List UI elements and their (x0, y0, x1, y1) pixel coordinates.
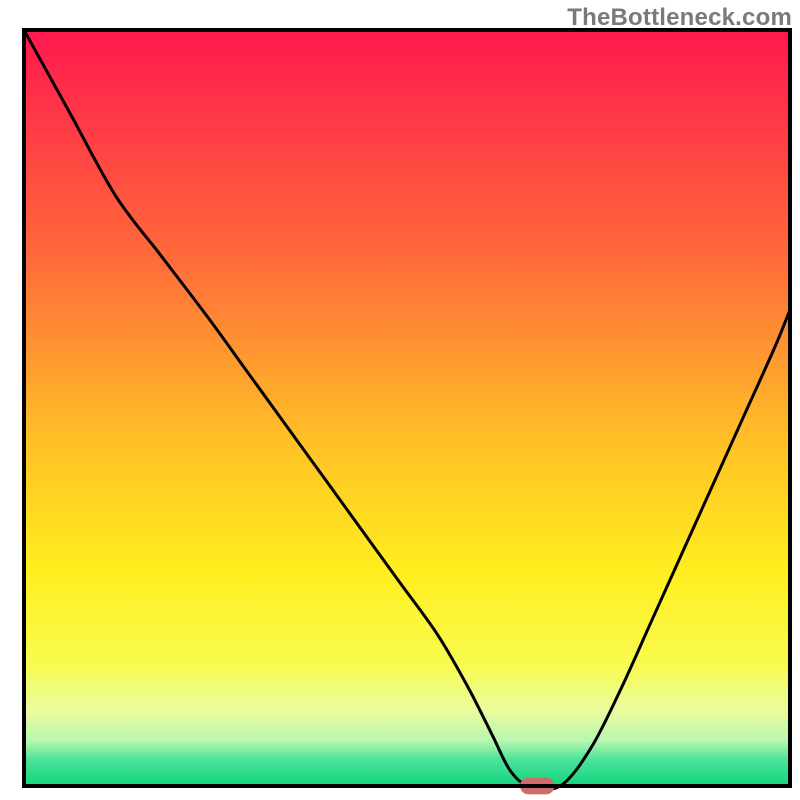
watermark-text: TheBottleneck.com (567, 4, 792, 32)
chart-container: TheBottleneck.com (0, 0, 800, 800)
bottleneck-chart (0, 0, 800, 800)
plot-background (24, 30, 790, 786)
